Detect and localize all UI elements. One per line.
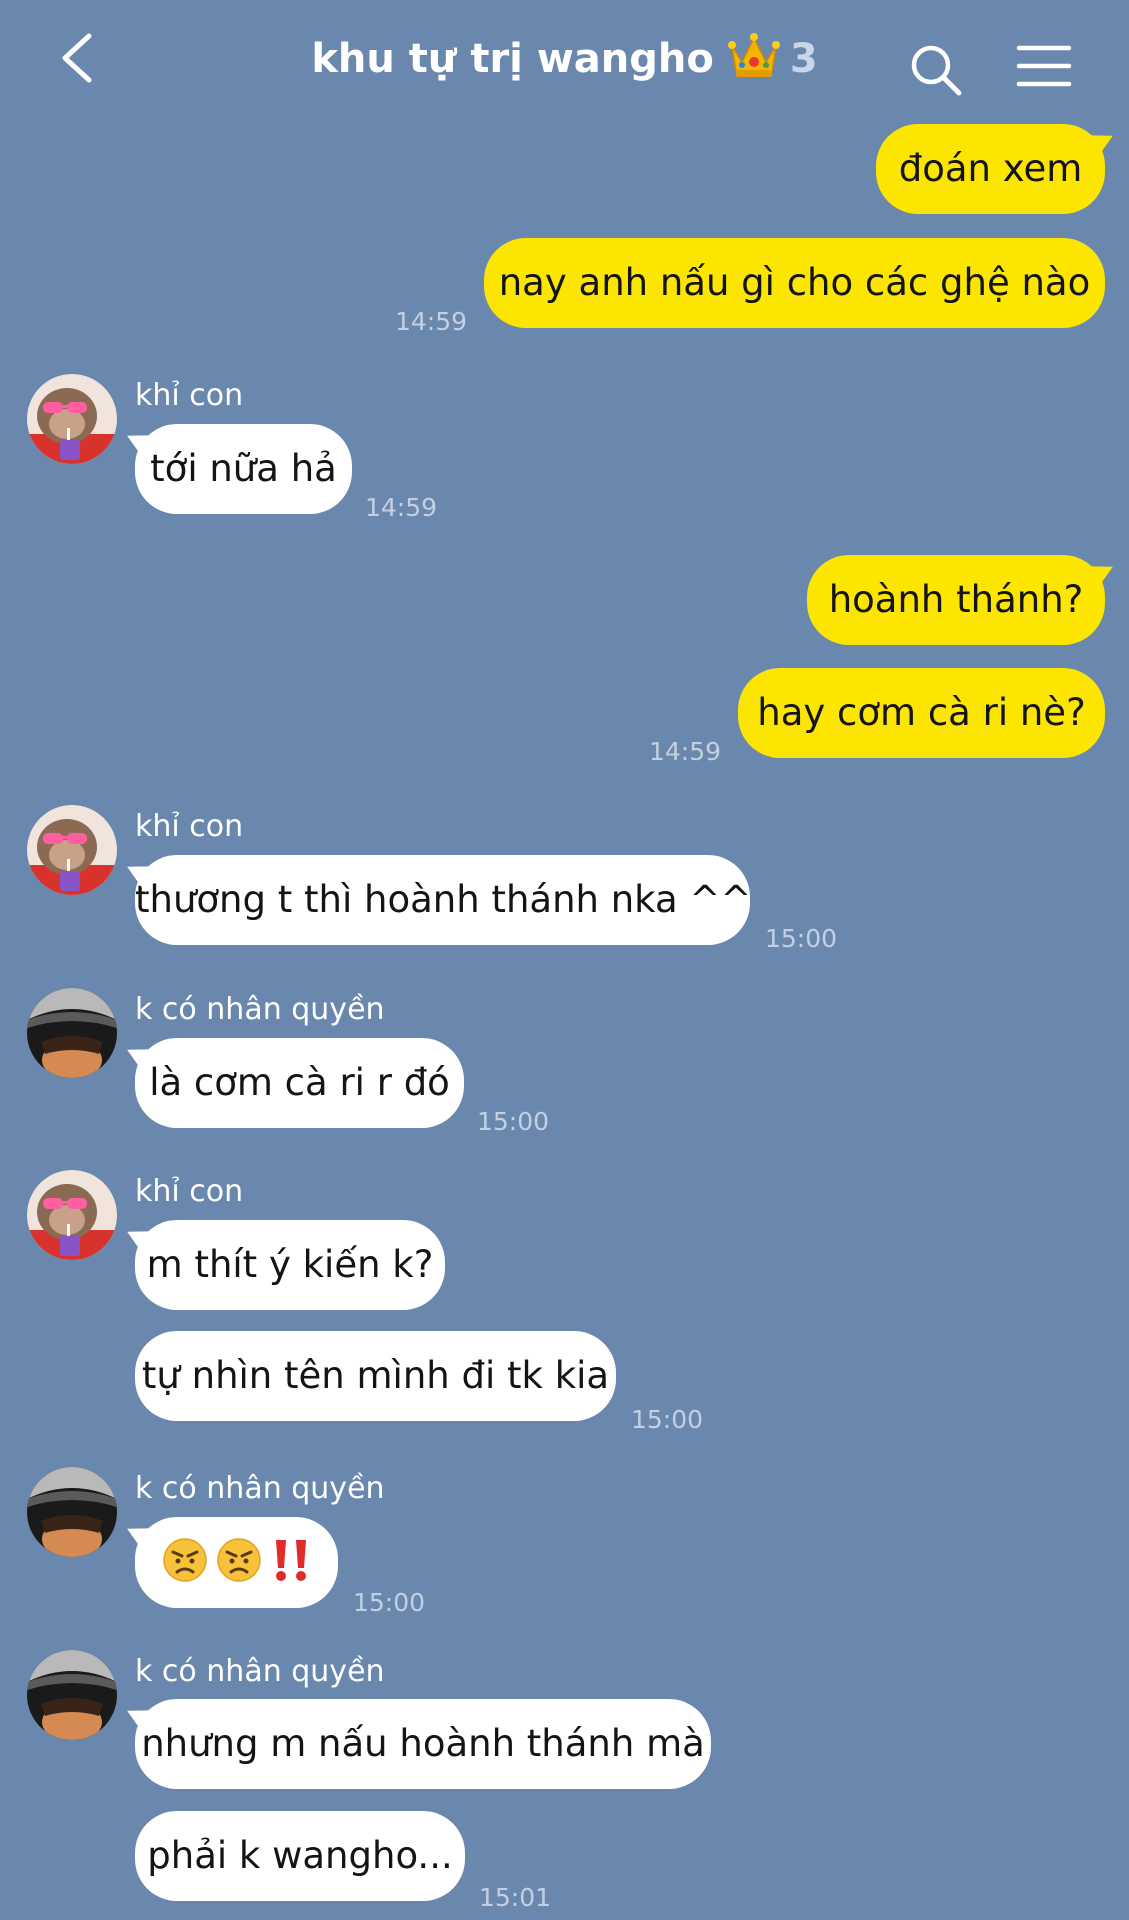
chat-header: khu tự trị wangho 3 — [0, 0, 1129, 118]
monkey-avatar-icon — [27, 374, 117, 464]
person-avatar-icon — [27, 988, 117, 1078]
search-button[interactable] — [908, 42, 964, 98]
incoming-message[interactable]: thương t thì hoành thánh nka ^^ — [135, 855, 752, 945]
sender-name: k có nhân quyền — [135, 1471, 385, 1506]
incoming-message[interactable]: m thít ý kiến k? — [135, 1220, 445, 1310]
sender-name: khỉ con — [135, 809, 244, 844]
message-text: hoành thánh? — [828, 578, 1084, 621]
person-avatar-icon — [27, 1650, 117, 1740]
incoming-message[interactable]: tự nhìn tên mình đi tk kia — [135, 1331, 616, 1421]
message-timestamp: 15:00 — [353, 1588, 426, 1617]
incoming-message[interactable] — [135, 1517, 338, 1608]
sender-name: khỉ con — [135, 1174, 244, 1209]
avatar-khi-con[interactable] — [27, 374, 117, 464]
message-timestamp: 15:00 — [765, 924, 838, 953]
outgoing-message[interactable]: đoán xem — [876, 124, 1105, 214]
message-timestamp: 14:59 — [395, 307, 468, 336]
crown-icon — [727, 33, 780, 77]
message-text: hay cơm cà ri nè? — [757, 691, 1086, 734]
incoming-message[interactable]: phải k wangho... — [135, 1811, 465, 1901]
outgoing-message[interactable]: hay cơm cà ri nè? — [738, 668, 1105, 758]
message-timestamp: 14:59 — [649, 737, 722, 766]
message-text: đoán xem — [898, 147, 1083, 190]
message-text: tới nữa hả — [150, 447, 337, 490]
angry-face-icon — [162, 1538, 207, 1582]
outgoing-message[interactable]: nay anh nấu gì cho các ghệ nào — [484, 238, 1105, 328]
message-text: thương t thì hoành thánh nka ^^ — [135, 878, 752, 921]
message-text: là cơm cà ri r đó — [149, 1061, 450, 1104]
avatar-khi-con[interactable] — [27, 1170, 117, 1260]
message-timestamp: 14:59 — [365, 493, 438, 522]
double-exclamation-icon — [275, 1540, 306, 1581]
angry-face-icon — [216, 1538, 261, 1582]
sender-name: khỉ con — [135, 378, 244, 413]
person-avatar-icon — [27, 1467, 117, 1557]
hamburger-menu-icon — [1016, 45, 1072, 87]
avatar-k-co-nhan-quyen[interactable] — [27, 1467, 117, 1557]
search-icon — [911, 45, 962, 96]
incoming-message[interactable]: là cơm cà ri r đó — [135, 1038, 464, 1128]
message-text: phải k wangho... — [147, 1834, 453, 1877]
incoming-message[interactable]: tới nữa hả — [135, 424, 352, 514]
message-text: nhưng m nấu hoành thánh mà — [141, 1722, 705, 1765]
message-timestamp: 15:00 — [631, 1405, 704, 1434]
chat-title: khu tự trị wangho — [311, 36, 714, 82]
sender-name: k có nhân quyền — [135, 1654, 385, 1689]
avatar-khi-con[interactable] — [27, 805, 117, 895]
outgoing-message[interactable]: hoành thánh? — [807, 555, 1105, 645]
incoming-message[interactable]: nhưng m nấu hoành thánh mà — [135, 1699, 711, 1789]
message-text: tự nhìn tên mình đi tk kia — [141, 1354, 610, 1397]
monkey-avatar-icon — [27, 1170, 117, 1260]
message-text: nay anh nấu gì cho các ghệ nào — [498, 261, 1091, 304]
avatar-k-co-nhan-quyen[interactable] — [27, 1650, 117, 1740]
message-timestamp: 15:00 — [477, 1107, 550, 1136]
menu-button[interactable] — [1016, 44, 1072, 88]
avatar-k-co-nhan-quyen[interactable] — [27, 988, 117, 1078]
monkey-avatar-icon — [27, 805, 117, 895]
message-timestamp: 15:01 — [479, 1883, 552, 1912]
message-text: m thít ý kiến k? — [146, 1243, 434, 1286]
member-count: 3 — [789, 36, 818, 82]
sender-name: k có nhân quyền — [135, 992, 385, 1027]
